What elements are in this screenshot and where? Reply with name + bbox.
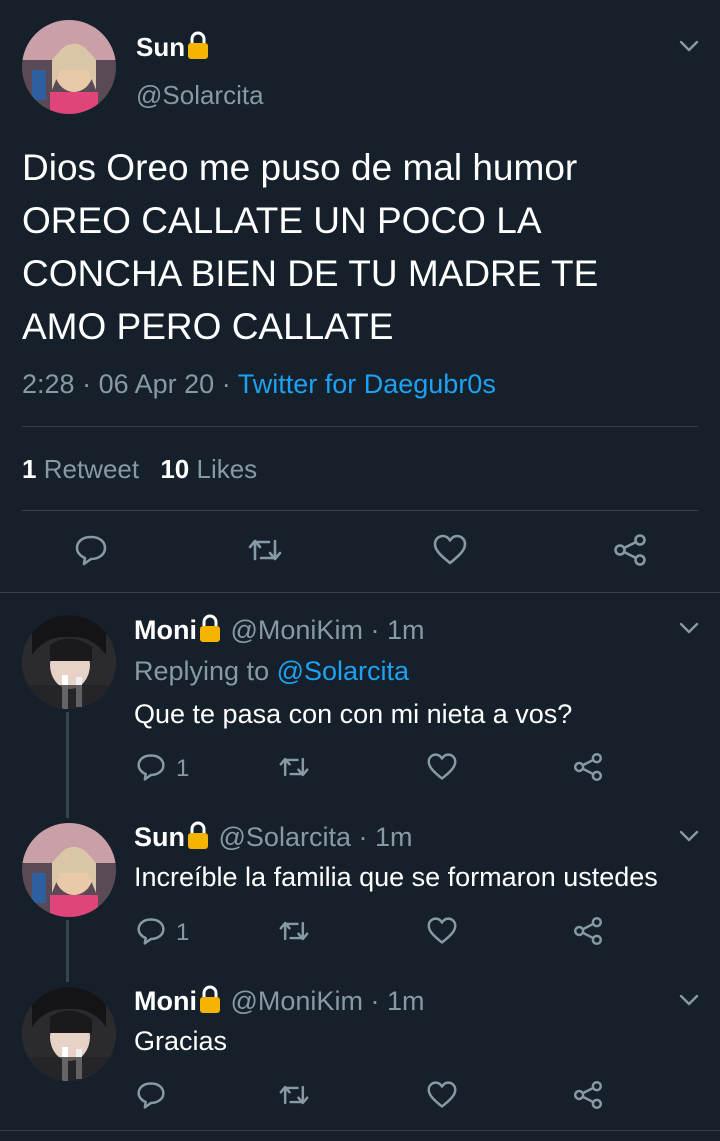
- reply-count: 1: [176, 755, 190, 782]
- avatar[interactable]: [22, 20, 116, 114]
- avatar[interactable]: [22, 615, 116, 709]
- tweet-text-line: AMO PERO CALLATE: [22, 306, 394, 347]
- tweet-date: 06 Apr 20: [98, 369, 215, 399]
- tweet-time[interactable]: 1m: [387, 615, 425, 645]
- replying-to: Replying to @Solarcita: [134, 654, 409, 688]
- share-icon[interactable]: [572, 916, 604, 946]
- tweet-text-line: Dios Oreo me puso de mal humor: [22, 147, 578, 188]
- tweet-meta: 2:28 · 06 Apr 20 · Twitter for Daegubr0s: [22, 366, 496, 402]
- replying-handle[interactable]: @Solarcita: [277, 656, 409, 686]
- heart-icon[interactable]: [426, 1080, 458, 1110]
- divider: [0, 592, 720, 593]
- handle[interactable]: @MoniKim: [231, 615, 363, 645]
- likes-count: 10: [160, 454, 190, 484]
- lock-icon: [197, 613, 223, 647]
- display-name[interactable]: Moni: [134, 615, 197, 645]
- retweet-icon[interactable]: [278, 916, 310, 946]
- retweet-icon[interactable]: [247, 533, 283, 567]
- share-icon[interactable]: [572, 752, 604, 782]
- display-name[interactable]: Moni: [134, 986, 197, 1016]
- reply-count: 1: [176, 919, 190, 946]
- display-name[interactable]: Sun: [136, 32, 185, 62]
- reply-icon[interactable]: [136, 916, 166, 946]
- reply-icon[interactable]: [74, 533, 108, 567]
- replying-prefix: Replying to: [134, 656, 270, 686]
- heart-icon[interactable]: [426, 752, 458, 782]
- likes-label: Likes: [196, 454, 258, 484]
- tweet-time: 2:28: [22, 369, 75, 399]
- retweet-icon[interactable]: [278, 752, 310, 782]
- handle[interactable]: @MoniKim: [231, 986, 363, 1016]
- share-icon[interactable]: [612, 533, 648, 567]
- retweets-stat[interactable]: 1 Retweet: [22, 454, 146, 484]
- tweet-text: Dios Oreo me puso de mal humor OREO CALL…: [22, 141, 598, 353]
- reply-icon[interactable]: [136, 1080, 166, 1110]
- tweet-source[interactable]: Twitter for Daegubr0s: [238, 369, 496, 399]
- heart-icon[interactable]: [432, 533, 468, 567]
- chevron-down-icon[interactable]: [678, 825, 700, 847]
- lock-icon: [185, 820, 211, 854]
- retweet-icon[interactable]: [278, 1080, 310, 1110]
- likes-stat[interactable]: 10 Likes: [160, 454, 257, 484]
- meta-separator: ·: [221, 369, 231, 399]
- divider: [22, 510, 698, 511]
- lock-icon: [185, 30, 211, 64]
- display-name[interactable]: Sun: [134, 822, 185, 852]
- divider: [22, 426, 698, 427]
- tweet-text-line: CONCHA BIEN DE TU MADRE TE: [22, 253, 599, 294]
- avatar[interactable]: [22, 987, 116, 1081]
- lock-icon: [197, 984, 223, 1018]
- tweet-text: Que te pasa con con mi nieta a vos?: [134, 699, 573, 729]
- reply-icon[interactable]: [136, 752, 166, 782]
- retweets-label: Retweet: [43, 454, 140, 484]
- thread-line: [66, 712, 69, 818]
- chevron-down-icon[interactable]: [678, 989, 700, 1011]
- handle[interactable]: @Solarcita: [219, 822, 351, 852]
- meta-separator: ·: [82, 369, 92, 399]
- tweet-time[interactable]: 1m: [387, 986, 425, 1016]
- retweets-count: 1: [22, 454, 37, 484]
- divider: [0, 1130, 720, 1131]
- share-icon[interactable]: [572, 1080, 604, 1110]
- tweet-text-line: OREO CALLATE UN POCO LA: [22, 200, 542, 241]
- tweet-time[interactable]: 1m: [375, 822, 413, 852]
- chevron-down-icon[interactable]: [678, 35, 700, 57]
- heart-icon[interactable]: [426, 916, 458, 946]
- chevron-down-icon[interactable]: [678, 617, 700, 639]
- thread-line: [66, 920, 69, 982]
- handle[interactable]: @Solarcita: [136, 78, 264, 112]
- avatar[interactable]: [22, 823, 116, 917]
- tweet-text: Gracias: [134, 1026, 228, 1056]
- engagement-stats: 1 Retweet 10 Likes: [22, 452, 257, 486]
- tweet-text: Increíble la familia que se formaron ust…: [134, 862, 658, 892]
